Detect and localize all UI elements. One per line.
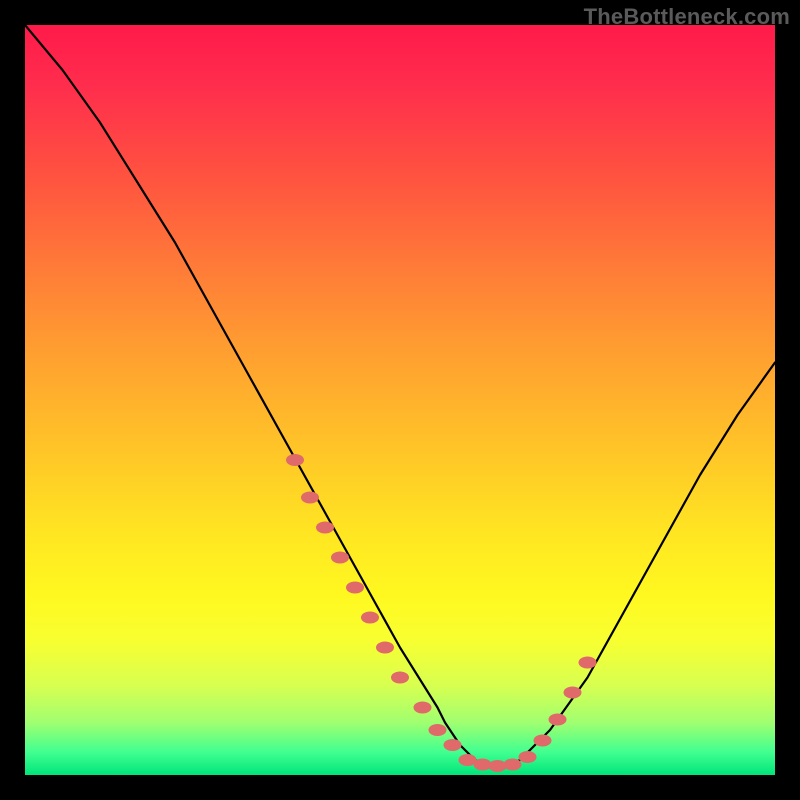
watermark-text: TheBottleneck.com [584,4,790,30]
plot-area [25,25,775,775]
highlight-dot [549,714,567,726]
highlight-dot [414,702,432,714]
highlight-dots [286,454,597,772]
highlight-dot [564,687,582,699]
highlight-dot [316,522,334,534]
bottleneck-curve [25,25,775,768]
highlight-dot [504,759,522,771]
highlight-dot [286,454,304,466]
highlight-dot [346,582,364,594]
highlight-dot [391,672,409,684]
highlight-dot [579,657,597,669]
highlight-dot [376,642,394,654]
highlight-dot [444,739,462,751]
highlight-dot [429,724,447,736]
highlight-dot [361,612,379,624]
highlight-dot [534,735,552,747]
highlight-dot [301,492,319,504]
curve-svg [25,25,775,775]
chart-container: TheBottleneck.com [0,0,800,800]
highlight-dot [331,552,349,564]
highlight-dot [519,751,537,763]
